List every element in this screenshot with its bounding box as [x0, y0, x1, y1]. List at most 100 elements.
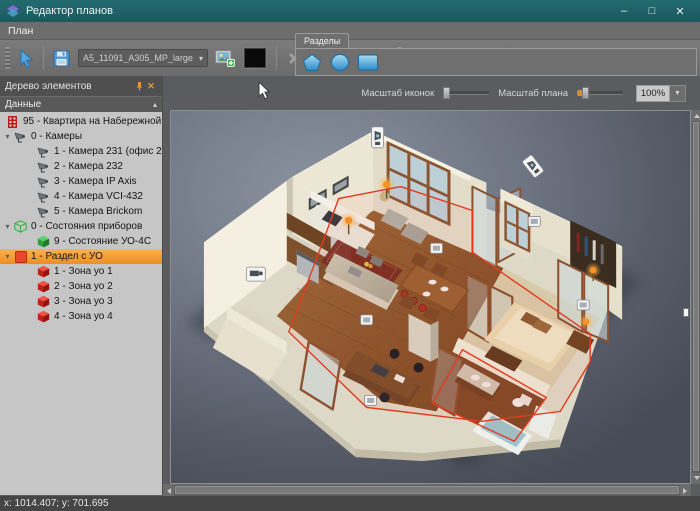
building-icon [5, 115, 20, 128]
floor-plan-image [171, 111, 690, 483]
cube-red-icon [36, 280, 51, 293]
resize-handle[interactable] [683, 308, 689, 317]
data-section-title: Данные [5, 99, 153, 110]
tree-item[interactable]: ▾ 1 - Раздел с УО [0, 249, 162, 264]
camera-icon [36, 205, 51, 218]
shape-rectangle-button[interactable] [356, 51, 380, 73]
shape-ellipse-button[interactable] [328, 51, 352, 73]
toolbar-grip[interactable] [5, 47, 10, 69]
vertical-scroll-thumb[interactable] [693, 122, 699, 471]
plan-marker-white-box[interactable] [528, 216, 540, 226]
add-image-button[interactable] [212, 45, 238, 71]
data-section-header[interactable]: Данные ▴ [0, 96, 162, 112]
tree-item[interactable]: ▾0 - Камеры [0, 129, 162, 144]
icon-scale-label: Масштаб иконок [361, 88, 434, 99]
camera-icon [13, 130, 28, 143]
minimize-button[interactable]: – [610, 1, 638, 21]
tree-item-label: 95 - Квартира на Набережной (PGE) [23, 116, 162, 127]
tree-item-label: 1 - Камера 231 (офис 2) [54, 146, 162, 157]
square-red-icon [13, 250, 28, 263]
camera-icon [36, 190, 51, 203]
camera-icon [36, 160, 51, 173]
plan-marker-white-box[interactable] [365, 395, 377, 405]
plan-select[interactable]: A5_11091_A305_MP_large ▾ [78, 49, 208, 67]
tree-item-label: 1 - Раздел с УО [31, 251, 103, 262]
cursor-icon [17, 49, 36, 68]
panel-close-icon[interactable]: ✕ [145, 80, 157, 92]
tree-item[interactable]: ▾0 - Состояния приборов [0, 219, 162, 234]
scroll-down-button[interactable] [692, 473, 700, 484]
expander-icon[interactable]: ▾ [2, 222, 13, 231]
tree-item-label: 4 - Камера VCI-432 [54, 191, 143, 202]
tree-item[interactable]: 5 - Камера Brickom [0, 204, 162, 219]
tree-item[interactable]: 1 - Камера 231 (офис 2) [0, 144, 162, 159]
cube-red-icon [36, 295, 51, 308]
expander-icon[interactable]: ▾ [2, 132, 13, 141]
zoom-dropdown-button[interactable]: ▼ [670, 85, 686, 102]
tree-item[interactable]: 95 - Квартира на Набережной (PGE) [0, 114, 162, 129]
app-icon [6, 5, 20, 17]
tree-item-label: 4 - Зона уо 4 [54, 311, 113, 322]
tree-item-label: 1 - Зона уо 1 [54, 266, 113, 277]
plan-select-value: A5_11091_A305_MP_large [83, 53, 195, 63]
shape-polygon-button[interactable] [300, 51, 324, 73]
collapse-icon[interactable]: ▴ [153, 100, 157, 109]
pentagon-icon [302, 53, 322, 72]
save-icon [53, 50, 70, 67]
camera-icon [36, 145, 51, 158]
horizontal-scrollbar[interactable] [163, 484, 691, 495]
expander-icon[interactable]: ▾ [2, 252, 13, 261]
horizontal-scroll-thumb[interactable] [175, 486, 679, 494]
element-tree-panel: Дерево элементов ✕ Данные ▴ 95 - Квартир… [0, 76, 163, 495]
tree-item-label: 3 - Зона уо 3 [54, 296, 113, 307]
cube-green-icon [36, 235, 51, 248]
tree-item[interactable]: 2 - Зона уо 2 [0, 279, 162, 294]
scroll-left-button[interactable] [163, 485, 174, 496]
close-button[interactable]: ✕ [666, 1, 694, 21]
cube-red-icon [36, 265, 51, 278]
tree-item[interactable]: 3 - Камера IP Axis [0, 174, 162, 189]
status-bar: x: 1014.407; y: 701.695 [0, 495, 700, 511]
scroll-up-button[interactable] [692, 110, 700, 121]
tab-sections[interactable]: Разделы [295, 33, 349, 48]
tree-item-label: 2 - Зона уо 2 [54, 281, 113, 292]
plan-editor-window: Редактор планов – □ ✕ План [0, 0, 700, 511]
plan-marker-white-box[interactable] [431, 243, 443, 253]
pin-icon[interactable] [133, 80, 145, 92]
cursor-coordinates: x: 1014.407; y: 701.695 [4, 498, 109, 509]
maximize-button[interactable]: □ [638, 1, 666, 21]
cube-red-icon [36, 310, 51, 323]
tree-item[interactable]: 1 - Зона уо 1 [0, 264, 162, 279]
tree-item[interactable]: 2 - Камера 232 [0, 159, 162, 174]
color-swatch[interactable] [244, 48, 266, 68]
plan-marker-camera-upright[interactable] [372, 127, 384, 148]
toolbar: A5_11091_A305_MP_large ▾ [0, 40, 700, 76]
chevron-down-icon: ▾ [199, 54, 203, 63]
ellipse-icon [330, 53, 350, 72]
menu-plan[interactable]: План [0, 22, 41, 39]
plan-canvas-panel: Масштаб иконок Масштаб плана 100% ▼ [163, 76, 700, 495]
plan-marker-white-box[interactable] [361, 315, 373, 325]
tree-item[interactable]: 3 - Зона уо 3 [0, 294, 162, 309]
sections-panel [295, 48, 697, 76]
add-image-icon [215, 50, 235, 67]
scroll-right-button[interactable] [680, 485, 691, 496]
title-bar: Редактор планов – □ ✕ [0, 0, 700, 22]
tree-item[interactable]: 4 - Зона уо 4 [0, 309, 162, 324]
sections-tab-group: Разделы [295, 31, 697, 76]
canvas-toolbar: Масштаб иконок Масштаб плана 100% ▼ [163, 76, 700, 110]
plan-scale-slider[interactable] [577, 91, 623, 95]
save-button[interactable] [48, 45, 74, 71]
tree-item-label: 5 - Камера Brickom [54, 206, 142, 217]
tree-item[interactable]: 4 - Камера VCI-432 [0, 189, 162, 204]
tree-item[interactable]: 9 - Состояние УО-4С [0, 234, 162, 249]
zoom-value: 100% [636, 85, 670, 102]
vertical-scrollbar[interactable] [691, 110, 700, 484]
plan-marker-camera-box[interactable] [246, 267, 265, 281]
select-tool-button[interactable] [13, 45, 39, 71]
plan-marker-white-box[interactable] [577, 300, 589, 310]
zoom-combo[interactable]: 100% ▼ [636, 85, 686, 102]
icon-scale-slider[interactable] [443, 91, 489, 95]
element-tree-title: Дерево элементов [5, 81, 133, 92]
plan-viewport[interactable] [170, 110, 691, 484]
